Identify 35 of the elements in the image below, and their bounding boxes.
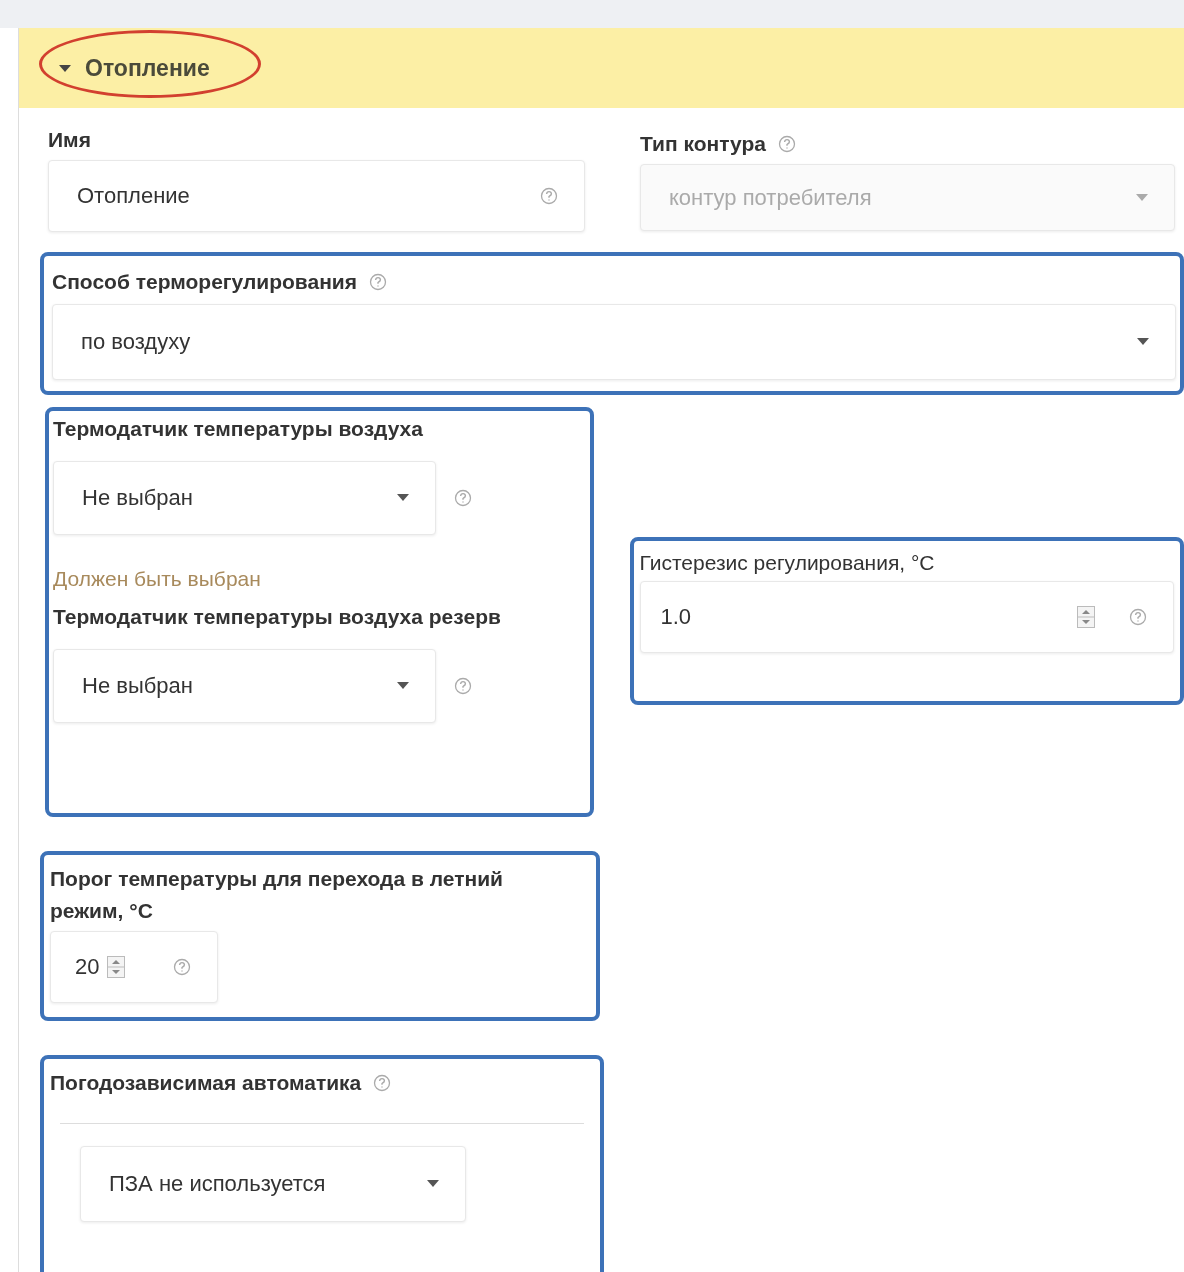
caret-icon — [1136, 193, 1148, 202]
name-field[interactable]: Отопление — [48, 160, 585, 232]
field-value: 20 — [75, 954, 100, 980]
spinner-icon[interactable] — [107, 956, 126, 978]
sensor-select[interactable]: Не выбран — [53, 649, 436, 723]
field-label: Тип контура — [640, 132, 766, 156]
caret-icon — [1137, 338, 1149, 346]
field-label: Способ терморегулирования — [52, 270, 358, 294]
help-icon[interactable] — [373, 1074, 392, 1092]
help-icon[interactable] — [173, 958, 191, 976]
caret-icon — [397, 682, 409, 690]
help-icon[interactable] — [777, 135, 796, 153]
help-icon[interactable] — [1129, 608, 1147, 626]
field-label: Термодатчик температуры воздуха — [53, 417, 423, 441]
error-message: Должен быть выбран — [53, 567, 261, 591]
section-title: Отопление — [85, 54, 210, 82]
field-label: Погодозависимая автоматика — [50, 1071, 362, 1095]
method-select[interactable]: по воздуху — [52, 304, 1176, 380]
field-label: Термодатчик температуры воздуха резерв — [53, 605, 501, 629]
field-label: Гистерезис регулирования, °C — [639, 551, 935, 575]
automation-select[interactable]: ПЗА не используется — [80, 1146, 466, 1222]
caret-icon — [59, 65, 71, 73]
field-label: Порог температуры для перехода в летний режим, °C — [50, 866, 504, 924]
caret-icon — [427, 1180, 439, 1188]
spinner-icon[interactable] — [1077, 606, 1095, 628]
help-icon[interactable] — [540, 187, 558, 205]
help-icon[interactable] — [454, 677, 472, 695]
hysteresis-field[interactable]: 1.0 — [639, 581, 1174, 653]
help-icon[interactable] — [369, 273, 388, 291]
field-label: Имя — [48, 128, 91, 152]
help-icon[interactable] — [454, 489, 472, 507]
caret-icon — [397, 494, 409, 502]
threshold-field[interactable]: 20 — [50, 931, 218, 1003]
section-header[interactable]: Отопление — [19, 28, 1184, 108]
sensor-select[interactable]: Не выбран — [53, 461, 436, 535]
